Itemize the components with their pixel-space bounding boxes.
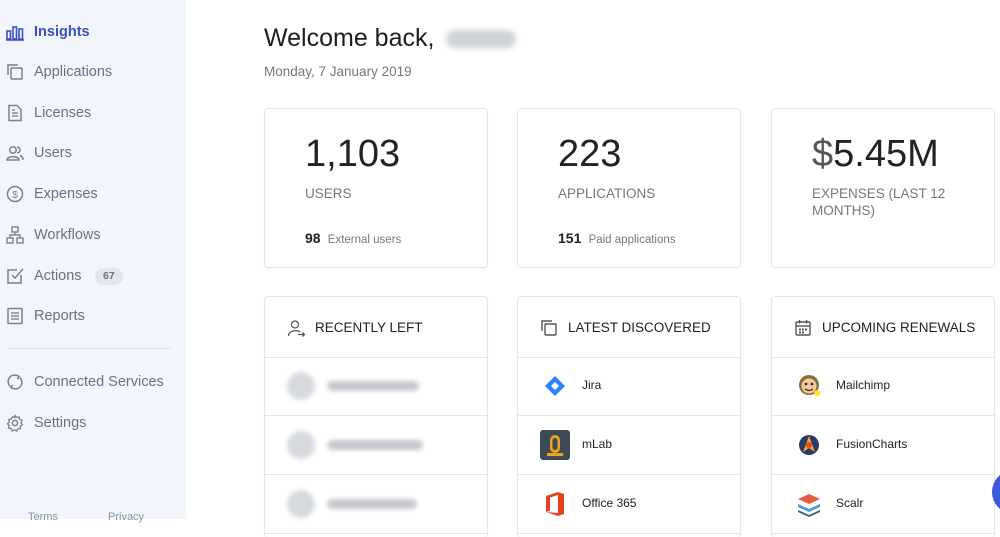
welcome-heading: Welcome back, [264,24,435,52]
applications-count: 223 [558,133,622,175]
users-label: USERS [305,186,352,201]
privacy-link[interactable]: Privacy [108,511,144,523]
sidebar-item-label: Connected Services [34,374,164,390]
sidebar-item-label: Reports [34,308,85,324]
external-users-count: 98 [305,230,321,246]
sidebar-item-users[interactable]: Users [0,137,186,169]
recently-left-header: RECENTLY LEFT [265,297,487,358]
app-name: Mailchimp [836,378,891,392]
expenses-amount: $5.45M [812,133,939,176]
sidebar-item-applications[interactable]: Applications [0,56,186,88]
sidebar-item-connected-services[interactable]: Connected Services [0,366,186,398]
app-name: Jira [582,378,602,392]
list-item[interactable]: Scalr [772,475,994,534]
list-item[interactable]: Mailchimp [772,357,994,416]
users-count: 1,103 [305,133,401,175]
latest-discovered-title: LATEST DISCOVERED [568,320,711,335]
blurred-avatar [287,372,315,400]
external-users-label: External users [327,234,402,246]
current-date: Monday, 7 January 2019 [264,64,412,79]
jira-icon [545,376,565,396]
latest-discovered-panel: LATEST DISCOVERED Jira mLab Office 365 [517,296,741,537]
list-item[interactable]: Jira [518,357,740,416]
sidebar-item-label: Licenses [34,105,92,121]
sidebar-item-insights[interactable]: Insights [0,16,186,48]
paid-applications: 151 Paid applications [558,230,676,246]
sidebar-item-label: Applications [34,64,113,80]
sidebar-item-label: Settings [34,415,87,431]
list-item[interactable]: Office 365 [518,475,740,534]
currency-symbol: $ [812,133,834,175]
copy-icon [7,64,23,80]
blurred-user-name [327,381,419,391]
users-icon [6,146,24,161]
sidebar-divider [8,348,171,349]
sync-icon [7,374,23,390]
sidebar-item-reports[interactable]: Reports [0,300,186,332]
list-item[interactable] [265,357,487,416]
sidebar-item-label: Actions [34,268,82,284]
list-item[interactable]: mLab [518,416,740,475]
user-leave-icon [287,320,305,337]
document-icon [8,104,22,122]
sidebar-item-label: Users [34,145,72,161]
actions-count-badge: 67 [95,268,123,285]
app-name: Office 365 [582,496,637,510]
list-item[interactable]: FusionCharts [772,416,994,475]
sidebar-item-label: Expenses [34,186,98,202]
gear-icon [6,414,24,432]
calendar-icon [795,320,811,336]
terms-link[interactable]: Terms [28,511,58,523]
sidebar-item-label: Workflows [34,227,101,243]
upcoming-renewals-title: UPCOMING RENEWALS [822,320,976,335]
office-icon [546,492,564,516]
sidebar-item-expenses[interactable]: $ Expenses [0,178,186,210]
paid-applications-count: 151 [558,230,582,246]
paid-applications-label: Paid applications [588,234,676,246]
list-item[interactable] [265,416,487,475]
blurred-user-name [327,499,417,509]
expenses-value: 5.45M [833,133,939,175]
expenses-label: EXPENSES (LAST 12 MONTHS) [812,186,946,218]
list-item[interactable] [265,475,487,534]
blurred-avatar [287,431,315,459]
sidebar: Insights Applications Licenses Users $ E… [0,0,186,523]
mailchimp-icon [799,375,820,396]
mlab-icon [540,430,570,460]
copy-icon [541,320,557,336]
upcoming-renewals-panel: UPCOMING RENEWALS Mailchimp FusionCharts… [771,296,995,537]
scalr-icon [798,494,820,517]
sidebar-item-settings[interactable]: Settings [0,407,186,439]
blurred-user-name [327,440,423,450]
report-icon [7,307,23,325]
app-name: Scalr [836,496,864,510]
external-users: 98 External users [305,230,401,246]
check-square-icon [7,268,24,284]
fusioncharts-icon [799,435,819,455]
applications-stat-card[interactable]: 223 APPLICATIONS 151 Paid applications [517,108,741,268]
latest-discovered-header: LATEST DISCOVERED [518,297,740,358]
sidebar-item-licenses[interactable]: Licenses [0,97,186,129]
blurred-avatar [287,490,315,518]
workflow-icon [6,226,24,244]
recently-left-title: RECENTLY LEFT [315,320,423,335]
sidebar-item-label: Insights [34,24,90,40]
app-name: mLab [582,437,613,451]
dollar-icon: $ [6,185,24,203]
sidebar-item-workflows[interactable]: Workflows [0,219,186,251]
sidebar-item-actions[interactable]: Actions 67 [0,260,186,292]
bar-chart-icon [6,26,24,41]
expenses-stat-card[interactable]: $5.45M EXPENSES (LAST 12 MONTHS) [771,108,995,268]
applications-label: APPLICATIONS [558,186,656,201]
svg-text:$: $ [12,190,18,201]
users-stat-card[interactable]: 1,103 USERS 98 External users [264,108,488,268]
blurred-user-name [446,30,516,48]
upcoming-renewals-header: UPCOMING RENEWALS [772,297,994,358]
app-name: FusionCharts [836,437,908,451]
recently-left-panel: RECENTLY LEFT [264,296,488,537]
